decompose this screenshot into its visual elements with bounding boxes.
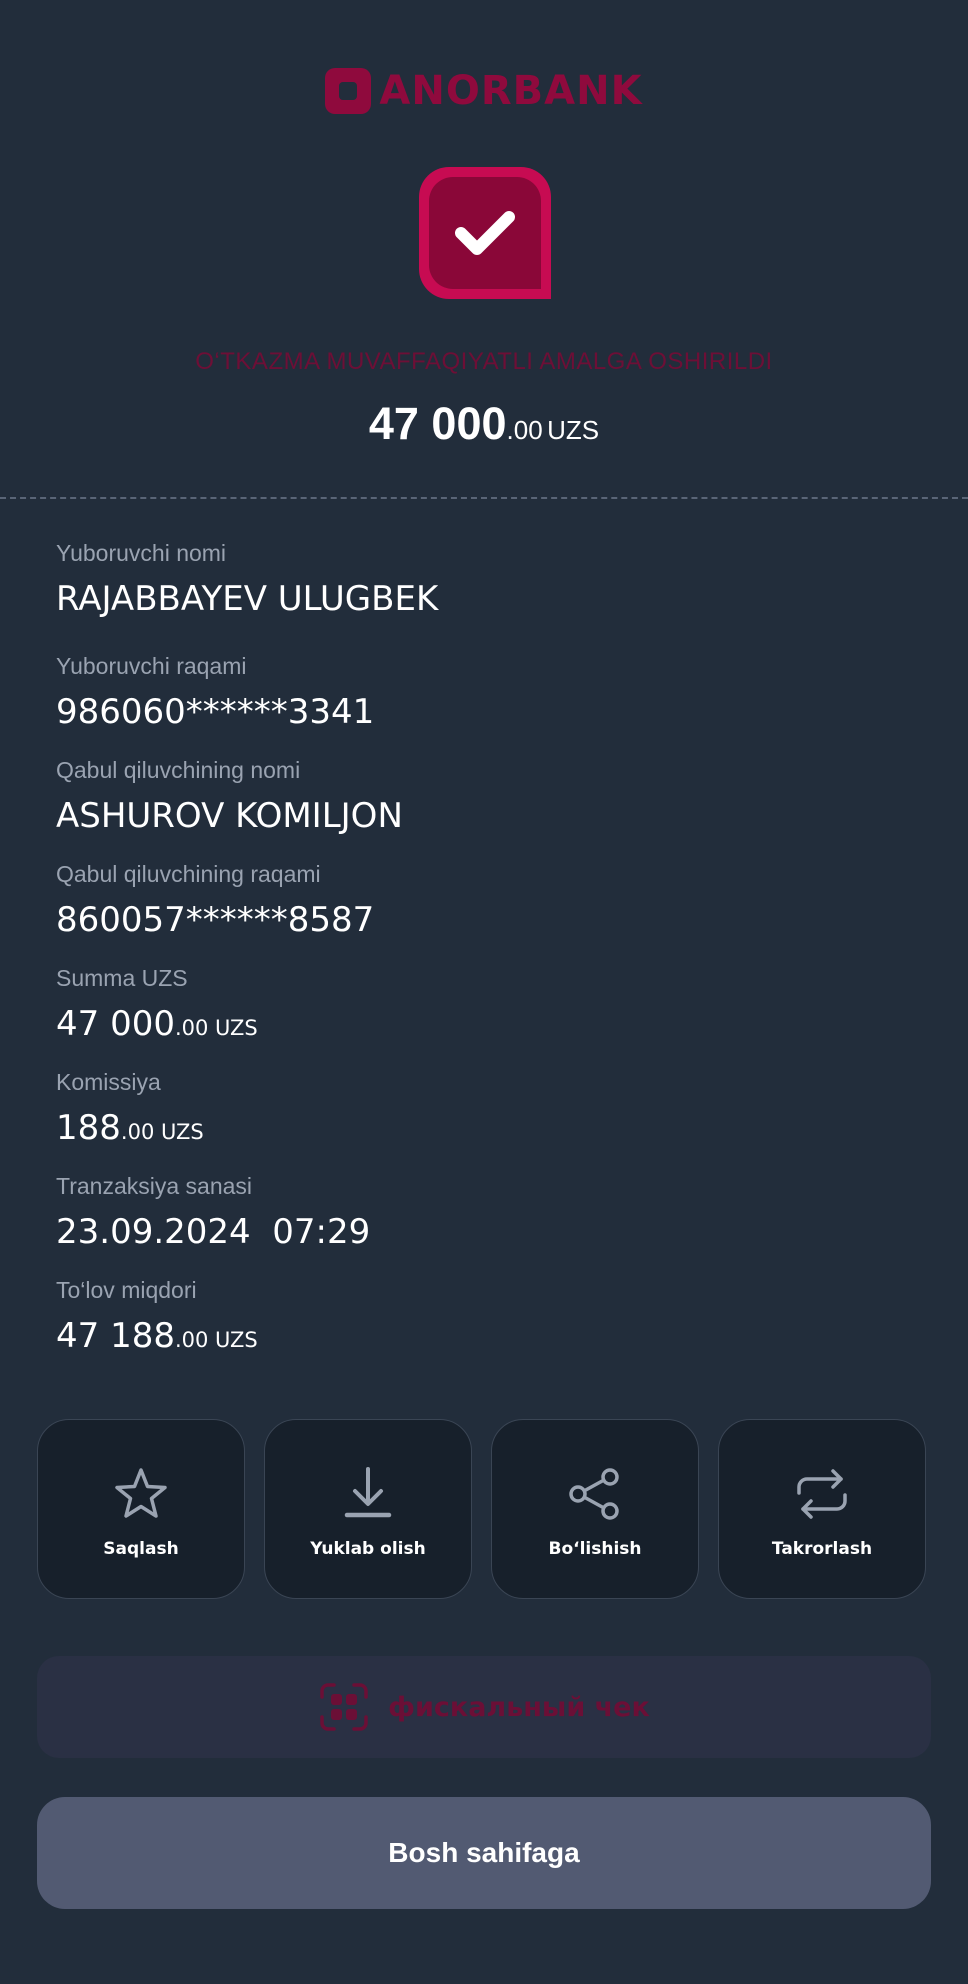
field-label: Tranzaksiya sanasi — [56, 1173, 253, 1199]
field-label: Yuboruvchi raqami — [56, 653, 247, 679]
share-icon — [569, 1468, 619, 1520]
receiver-number-field: Qabul qiluvchining raqami 860057******85… — [56, 861, 374, 940]
amount-fraction: .00 — [506, 415, 543, 445]
success-check-icon — [419, 167, 551, 299]
fiscal-receipt-label: фискальный чек — [388, 1691, 650, 1723]
field-value: 986060******3341 — [56, 692, 375, 732]
home-button-label: Bosh sahifaga — [388, 1837, 580, 1868]
dashed-divider — [0, 497, 968, 499]
field-value: 23.09.2024 07:29 — [56, 1212, 371, 1252]
field-label: To‘lov miqdori — [56, 1277, 197, 1303]
status-message: O‘TKAZMA MUVAFFAQIYATLI AMALGA OSHIRILDI — [195, 348, 773, 375]
value-fraction: .00 UZS — [174, 1328, 258, 1352]
value-fraction: .00 UZS — [120, 1120, 204, 1144]
save-button[interactable]: Saqlash — [37, 1419, 245, 1599]
field-label: Qabul qiluvchining raqami — [56, 861, 321, 887]
field-value: ASHUROV KOMILJON — [56, 796, 403, 836]
value-main: 47 188 — [56, 1316, 175, 1356]
amount-currency: UZS — [547, 415, 600, 445]
field-value: 47 188.00 UZS — [56, 1316, 258, 1356]
download-icon — [344, 1467, 392, 1518]
repeat-button[interactable]: Takrorlash — [718, 1419, 926, 1599]
repeat-icon — [797, 1469, 847, 1519]
amount-main: 47 000 — [368, 398, 507, 449]
repeat-label: Takrorlash — [771, 1539, 873, 1559]
bank-logo: ANORBANK — [0, 68, 968, 114]
fiscal-receipt-button[interactable]: фискальный чек — [37, 1656, 931, 1758]
sum-field: Summa UZS 47 000.00 UZS — [56, 965, 258, 1044]
payment-total-field: To‘lov miqdori 47 188.00 UZS — [56, 1277, 258, 1356]
logo-text: ANORBANK — [379, 68, 643, 114]
star-icon — [115, 1468, 167, 1518]
field-value: RAJABBAYEV ULUGBEK — [56, 579, 439, 619]
download-label: Yuklab olish — [310, 1539, 426, 1559]
field-label: Qabul qiluvchining nomi — [56, 757, 301, 783]
home-button[interactable]: Bosh sahifaga — [37, 1797, 931, 1909]
logo-mark-icon — [325, 68, 372, 114]
receipt-grid-icon — [320, 1683, 368, 1731]
transfer-amount: 47 000.00 UZS — [0, 398, 968, 450]
value-main: 188 — [56, 1108, 121, 1148]
share-label: Bo‘lishish — [548, 1539, 642, 1559]
field-value: 860057******8587 — [56, 900, 375, 940]
field-label: Yuboruvchi nomi — [56, 540, 227, 566]
field-label: Komissiya — [56, 1069, 161, 1095]
field-label: Summa UZS — [56, 965, 188, 991]
transaction-date-field: Tranzaksiya sanasi 23.09.2024 07:29 — [56, 1173, 370, 1252]
action-buttons: Saqlash Yuklab olish Bo‘lishish Takrorla… — [37, 1419, 926, 1599]
share-button[interactable]: Bo‘lishish — [491, 1419, 699, 1599]
field-value: 188.00 UZS — [56, 1108, 204, 1148]
save-label: Saqlash — [103, 1539, 179, 1559]
value-main: 47 000 — [56, 1004, 175, 1044]
receiver-name-field: Qabul qiluvchining nomi ASHUROV KOMILJON — [56, 757, 403, 836]
value-fraction: .00 UZS — [174, 1016, 258, 1040]
sender-name-field: Yuboruvchi nomi RAJABBAYEV ULUGBEK — [56, 540, 438, 619]
commission-field: Komissiya 188.00 UZS — [56, 1069, 204, 1148]
field-value: 47 000.00 UZS — [56, 1004, 258, 1044]
sender-number-field: Yuboruvchi raqami 986060******3341 — [56, 653, 374, 732]
download-button[interactable]: Yuklab olish — [264, 1419, 472, 1599]
